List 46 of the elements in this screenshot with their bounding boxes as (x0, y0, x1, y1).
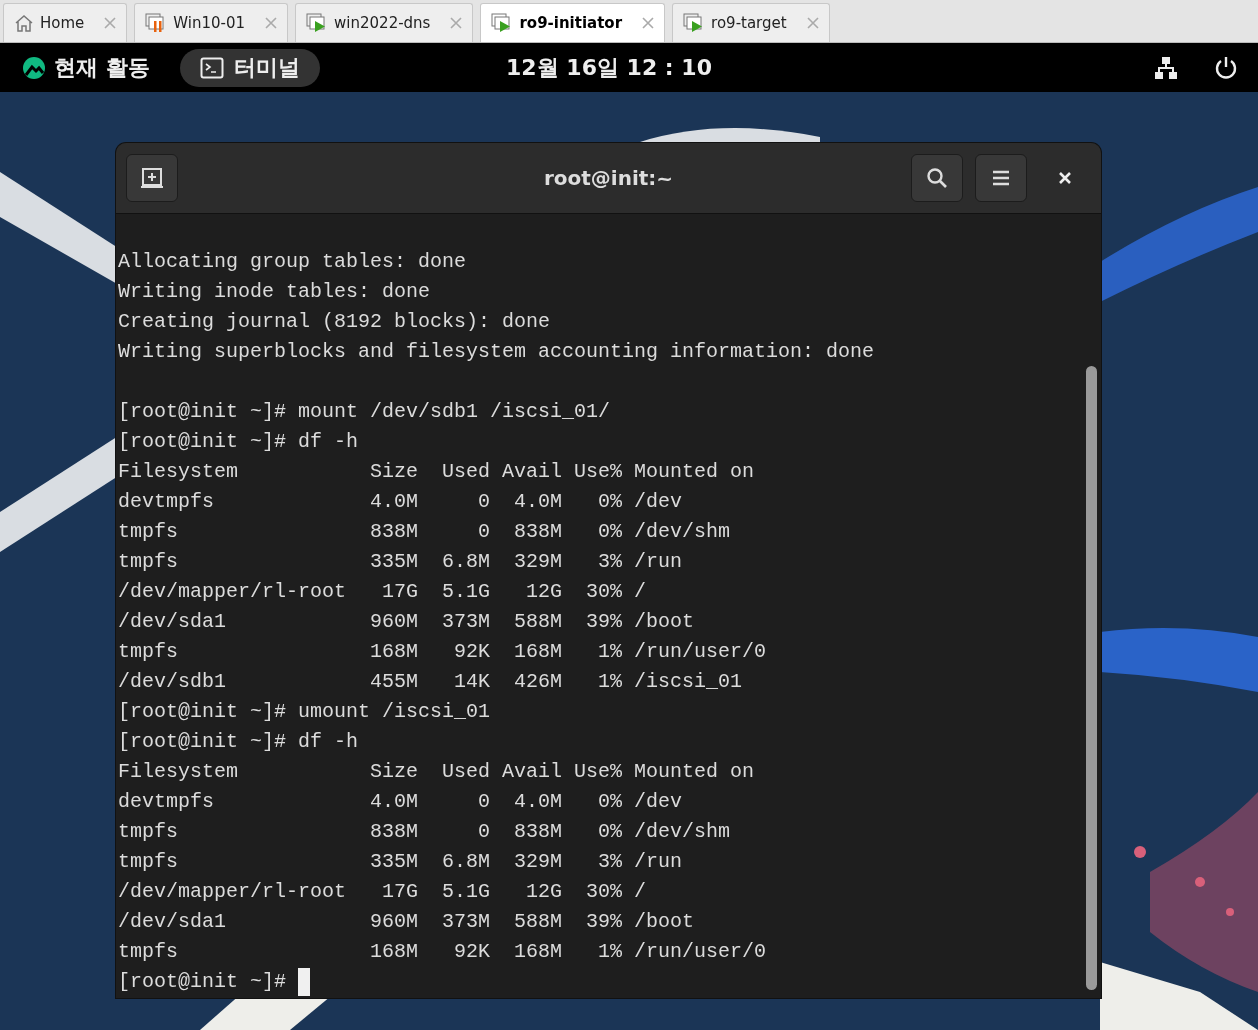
terminal-line: tmpfs 335M 6.8M 329M 3% /run (118, 849, 683, 875)
activities-button[interactable]: 현재 활동 (22, 52, 150, 83)
browser-tab[interactable]: Home (3, 3, 128, 42)
terminal-line: tmpfs 838M 0 838M 0% /dev/shm (118, 819, 731, 845)
terminal-line: /dev/mapper/rl-root 17G 5.1G 12G 30% / (118, 879, 647, 905)
terminal-line: Writing inode tables: done (118, 279, 431, 305)
window-title: root@init:~ (543, 166, 674, 190)
terminal-line: /dev/mapper/rl-root 17G 5.1G 12G 30% / (118, 579, 647, 605)
new-tab-icon (140, 167, 164, 189)
terminal-line: [root@init ~]# (118, 969, 288, 995)
browser-tab[interactable]: ro9-target (672, 3, 830, 42)
terminal-line: devtmpfs 4.0M 0 4.0M 0% /dev (118, 789, 683, 815)
network-icon[interactable] (1154, 55, 1178, 80)
terminal-line: /dev/sda1 960M 373M 588M 39% /boot (118, 909, 695, 935)
logo-icon (22, 55, 46, 80)
terminal-line: devtmpfs 4.0M 0 4.0M 0% /dev (118, 489, 683, 515)
terminal-line: Creating journal (8192 blocks): done (118, 309, 551, 335)
terminal-line: Filesystem Size Used Avail Use% Mounted on (118, 759, 755, 785)
app-menu-button[interactable]: 터미널 (179, 48, 320, 87)
browser-tab[interactable]: ro9-initiator (480, 3, 666, 42)
terminal-icon (199, 56, 224, 79)
clock[interactable]: 12월 16일 12 : 10 (506, 52, 752, 83)
terminal-line: /dev/sdb1 455M 14K 426M 1% /iscsi_01 (118, 669, 743, 695)
terminal-line: tmpfs 838M 0 838M 0% /dev/shm (118, 519, 731, 545)
terminal-line: [root@init ~]# df -h (118, 729, 359, 755)
close-icon (1058, 171, 1072, 185)
browser-tab[interactable]: Win10-01 (134, 3, 289, 42)
terminal-line: Allocating group tables: done (118, 249, 467, 275)
browser-tab[interactable]: win2022-dns (295, 3, 474, 42)
search-button[interactable] (911, 154, 963, 202)
terminal-line: [root@init ~]# df -h (118, 429, 359, 455)
terminal-line: /dev/sda1 960M 373M 588M 39% /boot (118, 609, 695, 635)
search-icon (926, 167, 948, 189)
terminal-line: tmpfs 168M 92K 168M 1% /run/user/0 (118, 939, 767, 965)
terminal-line: Writing superblocks and filesystem accounting information: done (118, 339, 875, 365)
terminal-line: [root@init ~]# umount /iscsi_01 (118, 699, 491, 725)
home-icon (14, 14, 34, 32)
scrollbar-thumb[interactable] (1086, 366, 1097, 990)
menu-icon (992, 170, 1010, 186)
power-icon[interactable] (1214, 55, 1238, 80)
terminal-line: [root@init ~]# mount /dev/sdb1 /iscsi_01/ (118, 399, 611, 425)
terminal-line: Filesystem Size Used Avail Use% Mounted on (118, 459, 755, 485)
terminal-line: tmpfs 335M 6.8M 329M 3% /run (118, 549, 683, 575)
new-tab-button[interactable] (126, 154, 178, 202)
menu-button[interactable] (975, 154, 1027, 202)
terminal-line: tmpfs 168M 92K 168M 1% /run/user/0 (118, 639, 767, 665)
